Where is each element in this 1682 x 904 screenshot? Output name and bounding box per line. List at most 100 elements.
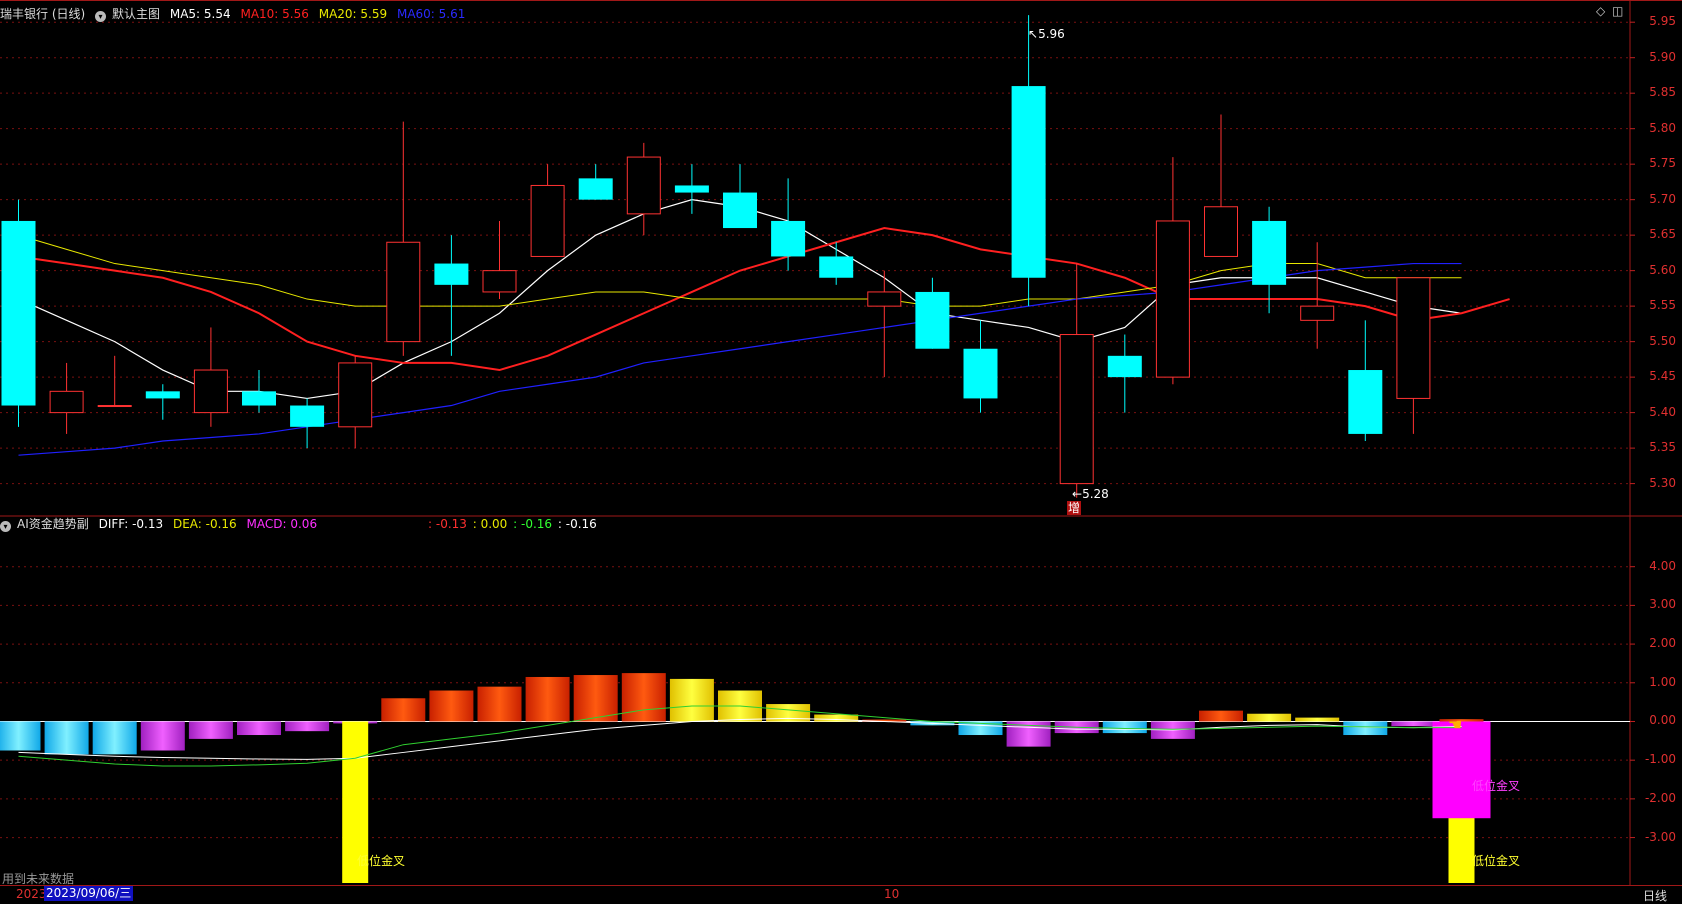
macd-bar — [44, 721, 89, 755]
candle-body — [1348, 370, 1383, 434]
macd-bar — [237, 721, 281, 736]
candle-body — [867, 291, 902, 307]
diff-value: DIFF: -0.13 — [98, 517, 164, 531]
candle-body — [1396, 277, 1431, 399]
indicator-tick-label: -1.00 — [1644, 752, 1676, 767]
macd-bar — [669, 678, 714, 722]
candle-body — [193, 369, 228, 414]
macd-bar — [573, 675, 618, 722]
candle-body — [338, 362, 373, 428]
candle — [1107, 334, 1142, 413]
candle-body — [1300, 305, 1335, 321]
layout-name[interactable]: 默认主图 — [112, 7, 160, 21]
indicator-tick-label: 0.00 — [1649, 713, 1676, 728]
candle-body — [49, 390, 84, 414]
sub-chart-extra-values: : -0.13 : 0.00 : -0.16 : -0.16 — [428, 516, 603, 532]
macd-bar — [1199, 710, 1243, 722]
macd-bar — [477, 686, 522, 722]
period-label[interactable]: 日线 — [1643, 887, 1667, 904]
price-tick-label: 5.75 — [1649, 156, 1676, 171]
indicator-tick-label: -2.00 — [1644, 790, 1676, 805]
candle — [1300, 242, 1335, 349]
cursor-date-label: 2023/09/06/三 — [44, 886, 134, 901]
macd-bar — [92, 721, 137, 755]
price-tick-label: 5.65 — [1649, 227, 1676, 242]
signal-bar-magenta — [1432, 721, 1491, 819]
candle-body — [626, 156, 661, 215]
indicator-tick-label: 3.00 — [1649, 597, 1676, 612]
candle — [1396, 277, 1431, 434]
candle-body — [242, 391, 276, 406]
window-toggle-icon[interactable]: ◫ — [1612, 5, 1623, 17]
candle — [819, 242, 854, 285]
macd-bar — [525, 676, 570, 722]
extra-value-2: : 0.00 — [472, 517, 508, 531]
candle-body — [1204, 206, 1238, 257]
macd-bar — [429, 690, 474, 722]
macd-value: MACD: 0.06 — [246, 517, 318, 531]
indicator-title[interactable]: AI资金趋势副 — [17, 517, 89, 531]
price-tick-label: 5.90 — [1649, 49, 1676, 64]
chart-canvas[interactable] — [0, 0, 1682, 901]
golden-cross-label-2: 低位金叉 — [1468, 777, 1520, 794]
ma-line-ma60 — [18, 262, 1462, 456]
golden-cross-text-3: 低位金叉 — [1471, 854, 1520, 868]
chevron-down-icon[interactable]: ▾ — [95, 11, 107, 22]
candle-body — [434, 263, 469, 285]
candle-body — [1, 220, 36, 406]
indicator-tick-label: 4.00 — [1649, 558, 1676, 573]
month-label: 10 — [884, 887, 900, 901]
macd-bar — [621, 673, 666, 722]
candle — [145, 384, 180, 420]
macd-bar — [285, 721, 330, 732]
candle — [771, 178, 806, 271]
candle — [193, 327, 228, 427]
high-price-label: 5.96 — [1038, 27, 1065, 41]
candle — [530, 164, 565, 257]
stock-title[interactable]: 瑞丰银行 (日线) — [0, 7, 85, 21]
candle-body — [1155, 220, 1190, 378]
golden-cross-text-2: 低位金叉 — [1471, 779, 1520, 793]
extra-value-3: : -0.16 — [513, 517, 553, 531]
golden-cross-label-3: 低位金叉 — [1468, 852, 1520, 869]
candle — [674, 164, 709, 214]
macd-bar — [1391, 721, 1436, 727]
price-tick-label: 5.85 — [1649, 85, 1676, 100]
candle — [1348, 320, 1383, 442]
macd-bar — [188, 721, 233, 739]
price-tick-label: 5.60 — [1649, 262, 1676, 277]
extra-value-4: : -0.16 — [557, 517, 597, 531]
macd-bar — [0, 721, 41, 751]
macd-bar — [1102, 721, 1147, 734]
indicator-tick-label: 1.00 — [1649, 674, 1676, 689]
candle-body — [386, 241, 421, 343]
candle-body — [1011, 86, 1046, 278]
candle — [626, 142, 661, 236]
candle-body — [290, 405, 325, 427]
indicator-tick-label: -3.00 — [1644, 829, 1676, 844]
candle — [963, 320, 998, 413]
candle — [338, 355, 373, 449]
candle-body — [1059, 334, 1094, 485]
increase-badge: 增 — [1067, 501, 1082, 515]
price-tick-label: 5.95 — [1649, 14, 1676, 29]
indicator-tick-label: 2.00 — [1649, 636, 1676, 651]
diamond-icon[interactable]: ◇ — [1596, 5, 1605, 17]
low-price-marker: ←5.28 — [1072, 487, 1109, 501]
price-tick-label: 5.55 — [1649, 298, 1676, 313]
ma5-value: MA5: 5.54 — [169, 7, 231, 21]
price-tick-label: 5.70 — [1649, 191, 1676, 206]
ma60-value: MA60: 5.61 — [396, 7, 466, 21]
price-tick-label: 5.35 — [1649, 440, 1676, 455]
candle — [434, 235, 469, 356]
macd-bar — [1295, 717, 1340, 722]
candle — [723, 164, 757, 229]
candle-body — [97, 405, 132, 408]
price-tick-label: 5.50 — [1649, 333, 1676, 348]
candle — [290, 398, 325, 449]
candle-body — [771, 220, 806, 257]
diff-line — [18, 717, 1462, 760]
chevron-down-icon[interactable]: ▾ — [0, 521, 11, 532]
price-tick-label: 5.45 — [1649, 369, 1676, 384]
macd-bar — [1343, 721, 1388, 736]
